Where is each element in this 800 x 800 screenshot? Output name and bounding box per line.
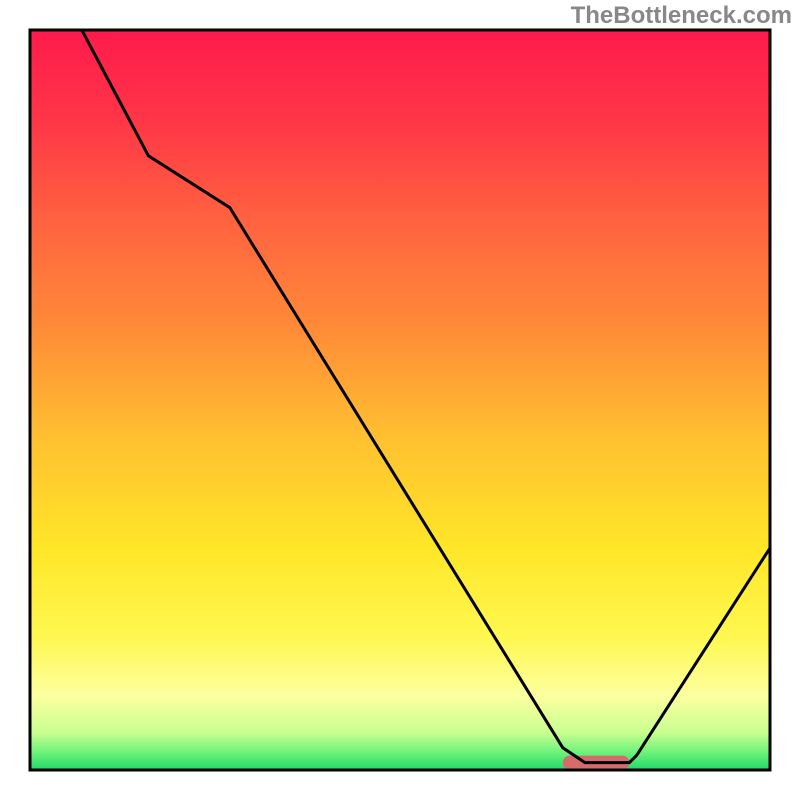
chart-container: TheBottleneck.com	[0, 0, 800, 800]
watermark-text: TheBottleneck.com	[571, 2, 792, 30]
chart-svg	[0, 0, 800, 800]
